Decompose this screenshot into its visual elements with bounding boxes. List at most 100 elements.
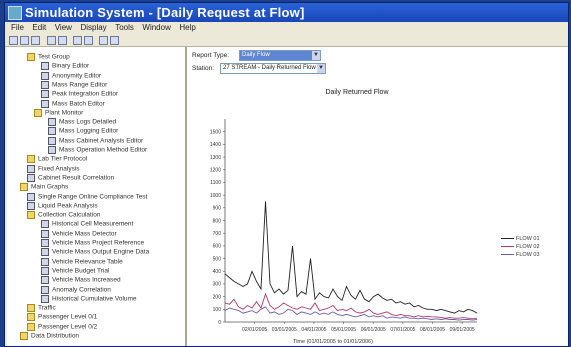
tree-item[interactable]: Liquid Peak Analysis: [27, 201, 98, 210]
tree-item[interactable]: Passenger Level 0/1: [27, 313, 97, 322]
tree-item-label: Anonymity Editor: [52, 72, 102, 80]
y-tick-label: 200: [213, 294, 222, 300]
legend-label: FLOW 03: [516, 252, 540, 258]
doc-icon: [41, 248, 49, 257]
x-tick-label: 08/01/2005: [420, 327, 445, 333]
legend-label: FLOW 02: [516, 244, 540, 250]
undo-icon[interactable]: [47, 36, 56, 45]
tree-item[interactable]: Lab Tier Protocol: [27, 155, 87, 164]
menu-edit[interactable]: Edit: [32, 22, 46, 34]
y-tick-label: 400: [213, 269, 222, 275]
copy-icon[interactable]: [73, 36, 82, 45]
tree-item[interactable]: Vehicle Relevance Table: [41, 257, 123, 266]
doc-icon: [27, 164, 35, 173]
menu-file[interactable]: File: [11, 22, 24, 34]
chart-legend: FLOW 01 FLOW 02 FLOW 03: [501, 235, 567, 259]
redo-icon[interactable]: [58, 36, 67, 45]
legend-swatch: [501, 246, 514, 248]
title-bar: Simulation System - [Daily Request at Fl…: [5, 3, 568, 22]
tree-item[interactable]: Anonymity Editor: [41, 71, 102, 80]
folder-icon: [27, 313, 35, 322]
y-tick-label: 700: [213, 231, 222, 237]
tree-item[interactable]: Mass Batch Editor: [41, 99, 105, 108]
x-tick-label: 06/01/2005: [361, 327, 386, 333]
tree-item[interactable]: Passenger Level 0/2: [27, 322, 97, 331]
toolbar: [5, 34, 568, 47]
y-tick-label: 600: [213, 244, 222, 250]
tree-item-label: Main Graphs: [31, 183, 69, 191]
tree-item[interactable]: Anomaly Correlation: [41, 285, 111, 294]
tree-item[interactable]: Mass Operation Method Editor: [48, 146, 147, 154]
tree-item[interactable]: Test Group: [27, 53, 70, 61]
tree-item-label: Vehicle Mass Output Engine Data: [52, 249, 150, 257]
doc-icon: [41, 257, 49, 266]
tree-item[interactable]: Vehicle Mass Detector: [41, 229, 117, 238]
menu-help[interactable]: Help: [179, 22, 195, 34]
save-icon[interactable]: [9, 36, 18, 45]
folder-icon: [20, 183, 28, 192]
tree-item[interactable]: Collection Calculation: [27, 211, 101, 220]
tree-item-label: Mass Logging Editor: [59, 128, 119, 136]
line-chart: 0 100 200 300 400 500 600 700 800 900 1000 1100 1200…: [210, 119, 478, 345]
chart-axes: [224, 119, 477, 323]
tree-item[interactable]: Vehicle Budget Trial: [41, 266, 110, 275]
tree-item[interactable]: Vehicle Mass Project Reference: [41, 239, 144, 247]
y-tick-label: 1300: [210, 155, 221, 161]
doc-icon: [27, 201, 35, 210]
tree-item[interactable]: Vehicle Mass Increased: [41, 276, 121, 285]
menu-tools[interactable]: Tools: [115, 22, 134, 34]
x-axis-label: Time (01/01/2005 to 01/01/2006): [293, 339, 373, 345]
tree-item-label: Vehicle Budget Trial: [52, 267, 110, 275]
folder-icon: [27, 322, 35, 331]
app-icon: [8, 6, 22, 20]
y-tick-label: 1000: [210, 193, 221, 199]
tree-item[interactable]: Mass Range Editor: [41, 80, 107, 89]
x-tick-label: 04/01/2005: [301, 327, 326, 333]
doc-icon: [41, 229, 49, 238]
x-tick-label: 07/01/2005: [390, 327, 415, 333]
tree-item[interactable]: Fixed Analysis: [27, 164, 80, 173]
tree-item[interactable]: Peak Integration Editor: [41, 90, 119, 99]
tree-item-label: Mass Cabinet Analysis Editor: [59, 137, 144, 145]
tree-item-label: Peak Integration Editor: [52, 90, 119, 98]
tree-item[interactable]: Vehicle Mass Output Engine Data: [41, 248, 150, 257]
series-line-1: [224, 201, 478, 314]
tree-item[interactable]: Historical Cumulative Volume: [41, 294, 137, 303]
y-tick-label: 1400: [210, 142, 221, 148]
open-icon[interactable]: [20, 36, 29, 45]
doc-icon: [48, 136, 56, 145]
menu-window[interactable]: Window: [142, 22, 170, 34]
legend-item: FLOW 03: [501, 251, 567, 259]
menu-view[interactable]: View: [55, 22, 72, 34]
tree-item[interactable]: Mass Cabinet Analysis Editor: [48, 136, 144, 145]
menu-display[interactable]: Display: [80, 22, 106, 34]
print-icon[interactable]: [31, 36, 40, 45]
tree-item[interactable]: Data Distribution: [20, 332, 79, 340]
navigation-tree[interactable]: Test Group Binary Editor Anonymity Editor M…: [7, 47, 187, 346]
tree-item[interactable]: Traffic: [27, 304, 56, 313]
tree-item[interactable]: Mass Logging Editor: [48, 127, 119, 136]
tree-item-label: Anomaly Correlation: [52, 286, 111, 294]
tree-item[interactable]: Plant Monitor: [34, 108, 83, 117]
doc-icon: [41, 62, 49, 71]
legend-swatch: [501, 254, 514, 256]
tree-item-label: Vehicle Relevance Table: [52, 258, 123, 266]
doc-icon: [27, 173, 35, 182]
doc-icon: [41, 294, 49, 303]
legend-label: FLOW 01: [516, 236, 540, 242]
x-tick-label: 03/01/2005: [272, 327, 297, 333]
tree-item[interactable]: Single Range Online Compliance Test: [27, 192, 147, 201]
paste-icon[interactable]: [84, 36, 93, 45]
app-window: Simulation System - [Daily Request at Fl…: [4, 2, 569, 347]
chart-icon[interactable]: [99, 36, 108, 45]
tree-item-label: Mass Batch Editor: [52, 100, 105, 108]
tree-item[interactable]: Historical Cell Measurement: [41, 220, 133, 229]
y-tick-label: 900: [213, 206, 222, 212]
tree-item-label: Vehicle Mass Increased: [52, 276, 121, 284]
zoom-icon[interactable]: [110, 36, 119, 45]
legend-swatch: [501, 238, 514, 240]
tree-item[interactable]: Binary Editor: [41, 62, 89, 71]
tree-item[interactable]: Mass Logs Detailed: [48, 118, 116, 127]
tree-item[interactable]: Main Graphs: [20, 183, 69, 192]
tree-item[interactable]: Cabinet Result Correlation: [27, 173, 114, 182]
